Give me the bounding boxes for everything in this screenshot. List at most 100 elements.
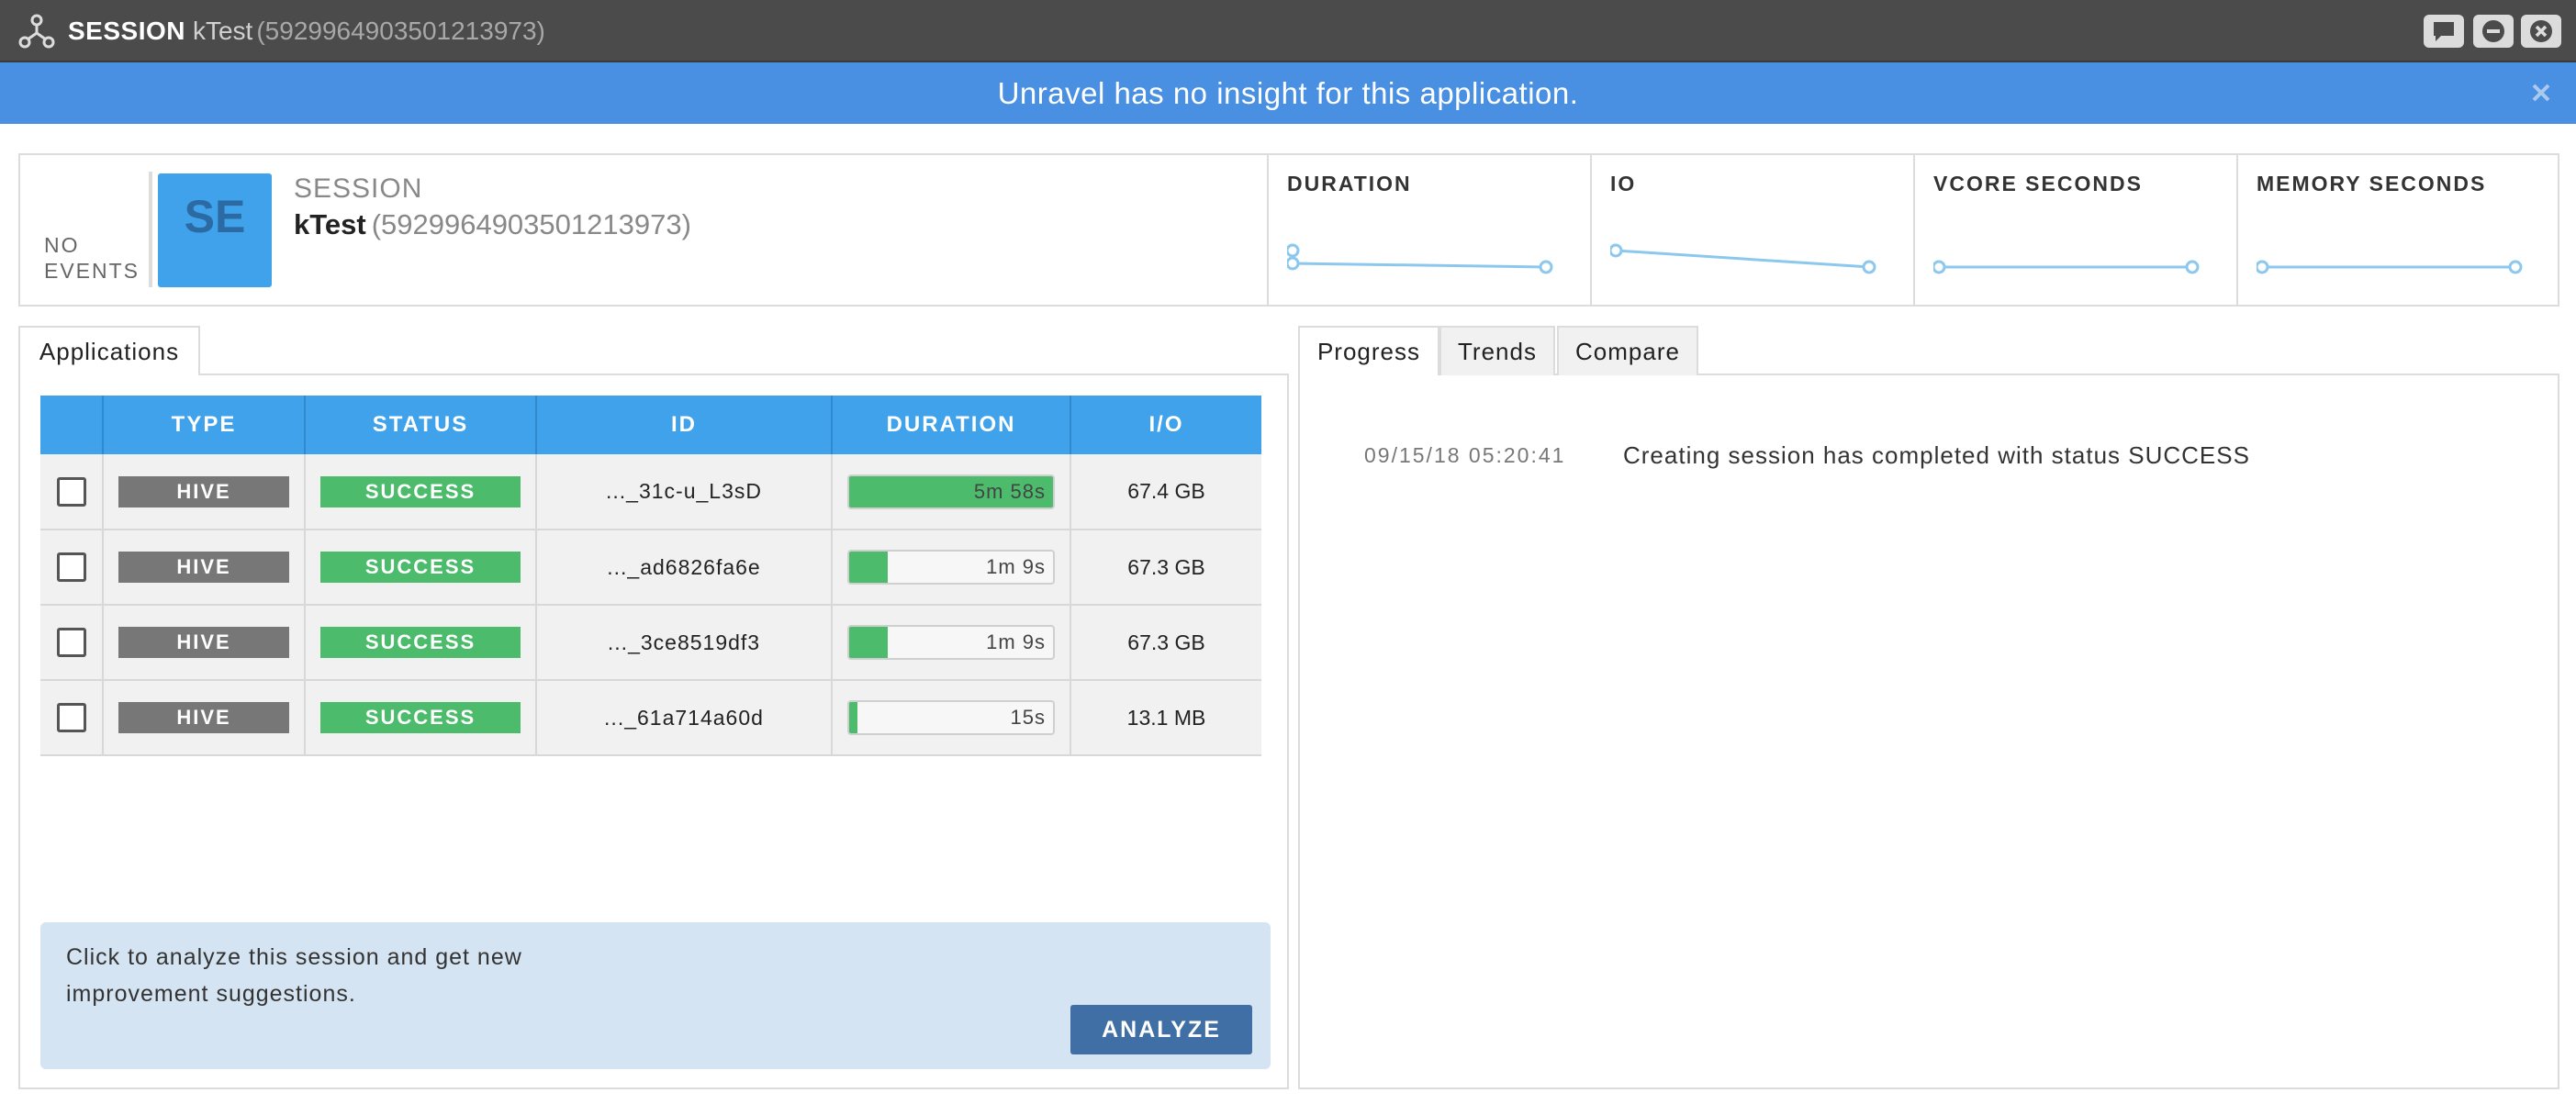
app-id[interactable]: ..._61a714a60d [536,680,833,756]
chat-button[interactable] [2424,15,2464,48]
duration-label: 5m 58s [973,479,1046,503]
duration-bar: 5m 58s [847,474,1055,509]
app-id[interactable]: ..._31c-u_L3sD [536,454,833,530]
column-header-io[interactable]: I/O [1070,396,1261,454]
io-value: 67.3 GB [1070,605,1261,681]
duration-bar: 1m 9s [847,625,1055,660]
minimize-icon [2482,20,2504,42]
io-sparkline [1610,243,1876,274]
no-events-label: NO EVENTS [44,233,140,283]
tab-trends[interactable]: Trends [1439,326,1555,375]
applications-panel: TYPE STATUS ID DURATION I/O HIVE SUCCESS… [18,374,1289,1089]
duration-bar-fill [849,702,857,733]
type-cell: HIVE [103,605,306,681]
row-select-cell [40,530,104,606]
status-badge: SUCCESS [320,702,521,733]
window-title-kind: SESSION [68,17,185,45]
tab-progress-label: Progress [1316,338,1421,365]
row-checkbox[interactable] [56,628,86,657]
analyze-callout: Click to analyze this session and get ne… [40,922,1271,1069]
io-value: 13.1 MB [1070,680,1261,756]
tab-trends-label: Trends [1458,338,1537,365]
insight-banner: Unravel has no insight for this applicat… [0,62,2576,124]
metric-memory-label: MEMORY SECONDS [2257,172,2487,195]
tab-compare[interactable]: Compare [1557,326,1698,375]
table-row[interactable]: HIVE SUCCESS ..._31c-u_L3sD 5m 58s 67.4 … [40,454,1261,530]
tab-applications[interactable]: Applications [18,326,200,375]
duration-bar: 1m 9s [847,550,1055,585]
row-checkbox[interactable] [56,703,86,732]
applications-table: TYPE STATUS ID DURATION I/O HIVE SUCCESS… [40,396,1261,756]
column-header-id[interactable]: ID [536,396,833,454]
tab-progress[interactable]: Progress [1298,326,1439,375]
duration-label: 1m 9s [986,555,1046,578]
metric-io[interactable]: IO [1590,155,1913,305]
duration-label: 15s [1010,706,1046,729]
session-kind-label: SESSION [294,173,423,204]
table-header-row: TYPE STATUS ID DURATION I/O [40,396,1261,454]
type-cell: HIVE [103,530,306,606]
row-checkbox[interactable] [56,552,86,582]
type-badge: HIVE [118,627,289,658]
window-title-name: kTest [192,17,253,45]
memory-sparkline [2257,260,2523,274]
progress-panel: 09/15/18 05:20:41 Creating session has c… [1298,374,2559,1089]
column-header-select [40,396,104,454]
column-header-type[interactable]: TYPE [103,396,306,454]
close-window-button[interactable] [2521,15,2561,48]
table-row[interactable]: HIVE SUCCESS ..._3ce8519df3 1m 9s 67.3 G… [40,605,1261,681]
header-divider [149,172,152,287]
session-header-card: NO EVENTS SE SESSION kTest (5929964903501… [18,153,2559,307]
column-header-status[interactable]: STATUS [305,396,537,454]
type-badge: HIVE [118,702,289,733]
duration-cell: 1m 9s [832,530,1071,606]
tab-applications-label: Applications [39,338,180,365]
duration-cell: 1m 9s [832,605,1071,681]
row-select-cell [40,454,104,530]
type-cell: HIVE [103,454,306,530]
type-badge: HIVE [118,552,289,583]
vcore-sparkline [1933,260,2200,274]
metric-duration-label: DURATION [1287,172,1412,195]
status-badge: SUCCESS [320,475,521,507]
analyze-button[interactable]: ANALYZE [1070,1005,1252,1054]
metric-duration[interactable]: DURATION [1267,155,1590,305]
event-timestamp: 09/15/18 05:20:41 [1364,443,1566,467]
metric-memory-seconds[interactable]: MEMORY SECONDS [2236,155,2558,305]
avatar-initials: SE [184,191,246,242]
duration-label: 1m 9s [986,630,1046,653]
metric-io-label: IO [1610,172,1637,195]
column-header-duration[interactable]: DURATION [832,396,1071,454]
app-id[interactable]: ..._ad6826fa6e [536,530,833,606]
banner-close-icon[interactable] [2526,78,2556,107]
type-cell: HIVE [103,680,306,756]
duration-bar-fill [849,627,889,658]
app-id[interactable]: ..._3ce8519df3 [536,605,833,681]
status-cell: SUCCESS [305,605,537,681]
status-cell: SUCCESS [305,680,537,756]
duration-bar-fill [849,552,889,583]
metric-vcore-label: VCORE SECONDS [1933,172,2143,195]
duration-sparkline [1287,243,1553,274]
row-select-cell [40,680,104,756]
row-checkbox[interactable] [56,476,86,507]
title-bar: SESSION kTest (5929964903501213973) [0,0,2576,62]
avatar: SE [158,173,272,287]
status-cell: SUCCESS [305,454,537,530]
tab-compare-label: Compare [1575,338,1680,365]
session-name: kTest (5929964903501213973) [294,208,691,241]
insight-banner-message: Unravel has no insight for this applicat… [997,76,1579,110]
minimize-button[interactable] [2473,15,2514,48]
io-value: 67.3 GB [1070,530,1261,606]
session-id-text: (5929964903501213973) [371,208,691,240]
window-title: SESSION kTest (5929964903501213973) [68,13,545,50]
status-cell: SUCCESS [305,530,537,606]
table-row[interactable]: HIVE SUCCESS ..._61a714a60d 15s 13.1 MB [40,680,1261,756]
close-icon [2530,20,2552,42]
status-badge: SUCCESS [320,552,521,583]
duration-cell: 15s [832,680,1071,756]
io-value: 67.4 GB [1070,454,1261,530]
event-message: Creating session has completed with stat… [1623,441,2250,469]
metric-vcore-seconds[interactable]: VCORE SECONDS [1913,155,2236,305]
table-row[interactable]: HIVE SUCCESS ..._ad6826fa6e 1m 9s 67.3 G… [40,530,1261,606]
